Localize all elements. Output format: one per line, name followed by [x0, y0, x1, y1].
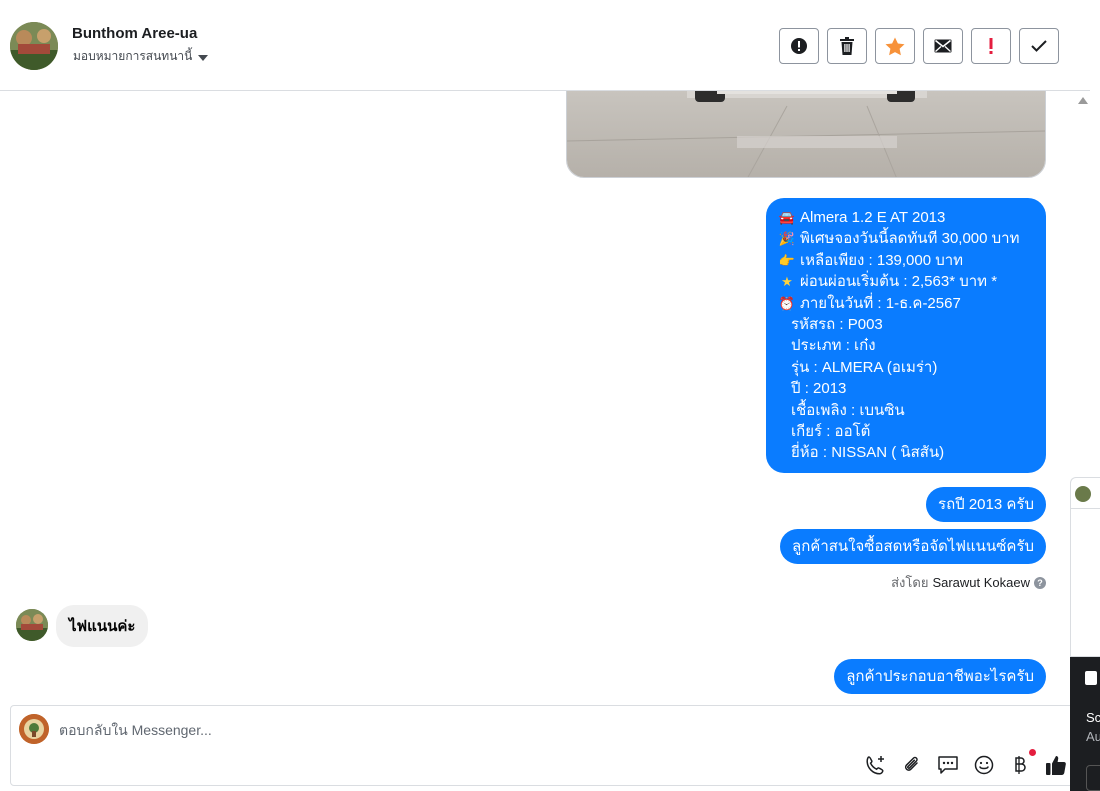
message-thread[interactable]: 🚘 Almera 1.2 E AT 2013 🎉 พิเศษจองวันนี้ลดท… — [0, 91, 1070, 705]
star-emoji-icon: ★ — [781, 274, 793, 290]
customer-avatar[interactable] — [16, 609, 48, 641]
details-line: ⏰ ภายในวันที่ : 1-ธ.ค-2567 — [778, 293, 1034, 314]
pointing-hand-icon: 👉 — [778, 252, 796, 268]
like-button[interactable] — [1044, 753, 1068, 777]
attach-button[interactable] — [900, 753, 924, 777]
details-line: รุ่น : ALMERA (อเมร่า) — [791, 358, 938, 376]
follow-up-button[interactable] — [971, 28, 1011, 64]
help-icon[interactable]: ? — [1034, 576, 1046, 589]
composer-toolbar — [864, 749, 1068, 777]
check-icon — [1031, 40, 1047, 52]
envelope-icon — [934, 39, 952, 53]
mini-avatar — [1075, 486, 1091, 502]
details-line: ★ ผ่อนผ่อนเริ่มต้น : 2,563* บาท * — [778, 271, 1034, 292]
details-line: 👉 เหลือเพียง : 139,000 บาท — [778, 250, 1034, 271]
chevron-down-icon — [198, 54, 209, 61]
exclamation-icon — [989, 38, 993, 54]
finance-question-message[interactable]: ลูกค้าสนใจซื้อสดหรือจัดไฟแนนซ์ครับ — [780, 529, 1046, 565]
alert-icon — [791, 38, 807, 54]
customer-reply-message[interactable]: ไฟแนนค่ะ — [56, 605, 149, 647]
details-line: 🚘 Almera 1.2 E AT 2013 — [778, 207, 1034, 228]
messenger-inbox: Bunthom Aree-ua มอบหมายการสนทนานี้ 🚘 Alm… — [0, 0, 1100, 791]
car-details-message[interactable]: 🚘 Almera 1.2 E AT 2013 🎉 พิเศษจองวันนี้ลดท… — [766, 198, 1046, 473]
conversation-toolbar — [779, 28, 1059, 64]
paperclip-icon — [904, 756, 918, 771]
alarm-clock-icon: ⏰ — [778, 295, 796, 311]
star-button[interactable] — [875, 28, 915, 64]
emoji-button[interactable] — [972, 753, 996, 777]
dark-notification-panel[interactable]: Sc Au — [1070, 657, 1100, 791]
page-avatar — [19, 714, 49, 744]
occupation-question-message[interactable]: ลูกค้าประกอบอาชีพอะไรครับ — [834, 659, 1046, 695]
details-line: ยี่ห้อ : NISSAN ( นิสสัน) — [791, 444, 945, 462]
panel-text-line2: Au — [1086, 729, 1100, 744]
star-icon — [885, 37, 905, 55]
document-icon — [1085, 671, 1097, 685]
assign-label: มอบหมายการสนทนานี้ — [73, 49, 193, 63]
party-popper-icon: 🎉 — [778, 231, 796, 247]
details-line: เชื้อเพลิง : เบนซิน — [791, 401, 905, 419]
chat-bubble-icon — [938, 756, 958, 774]
year-reply-message[interactable]: รถปี 2013 ครับ — [926, 487, 1046, 523]
panel-divider — [1071, 508, 1100, 509]
assign-conversation-dropdown[interactable]: มอบหมายการสนทนานี้ — [73, 47, 209, 66]
details-line: ปี : 2013 — [791, 380, 847, 398]
payment-button[interactable] — [1008, 749, 1036, 777]
scroll-up-arrow-icon[interactable] — [1078, 97, 1088, 104]
contact-name[interactable]: Bunthom Aree-ua — [72, 25, 197, 42]
phone-add-icon — [866, 756, 884, 775]
mark-spam-button[interactable] — [779, 28, 819, 64]
details-line: 🎉 พิเศษจองวันนี้ลดทันที 30,000 บาท — [778, 228, 1034, 249]
mark-done-button[interactable] — [1019, 28, 1059, 64]
smiley-icon — [974, 755, 994, 775]
mark-unread-button[interactable] — [923, 28, 963, 64]
details-line: ประเภท : เก๋ง — [791, 337, 876, 355]
sender-name: Sarawut Kokaew — [932, 575, 1030, 590]
sent-by-label: ส่งโดย Sarawut Kokaew ? — [891, 572, 1046, 593]
details-line: เกียร์ : ออโต้ — [791, 423, 871, 441]
saved-replies-button[interactable] — [936, 753, 960, 777]
conversation-header: Bunthom Aree-ua มอบหมายการสนทนานี้ — [0, 0, 1090, 91]
minimized-chat-panel[interactable] — [1070, 477, 1100, 657]
panel-text-line1: Sc — [1086, 710, 1100, 725]
panel-button[interactable] — [1086, 765, 1100, 791]
details-line: รหัสรถ : P003 — [791, 316, 883, 334]
notification-dot — [1029, 749, 1036, 756]
delete-button[interactable] — [827, 28, 867, 64]
thumbs-up-icon — [1046, 756, 1066, 775]
car-photo-attachment[interactable] — [566, 91, 1046, 178]
call-button[interactable] — [864, 753, 888, 777]
car-emoji-icon: 🚘 — [778, 210, 796, 225]
contact-avatar[interactable] — [10, 22, 58, 70]
baht-icon — [1015, 756, 1026, 774]
reply-input[interactable] — [59, 720, 759, 740]
reply-composer — [10, 705, 1080, 786]
trash-icon — [840, 37, 854, 55]
